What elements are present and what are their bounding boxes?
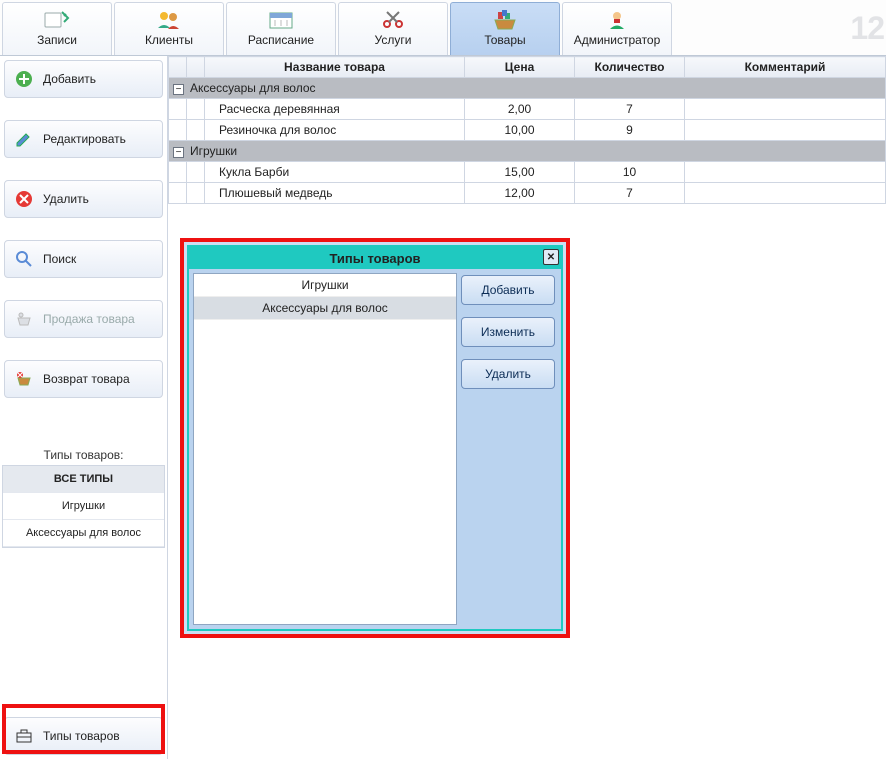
table-row[interactable]: Плюшевый медведь12,007 bbox=[169, 183, 886, 204]
group-label: Аксессуары для волос bbox=[190, 81, 316, 95]
cell-price: 10,00 bbox=[465, 120, 575, 141]
sidebar-edit-button[interactable]: Редактировать bbox=[4, 120, 163, 158]
cell-comment bbox=[685, 99, 886, 120]
col-marker bbox=[187, 57, 205, 78]
scissors-icon bbox=[379, 9, 407, 31]
col-expander bbox=[169, 57, 187, 78]
sidebar-delete-label: Удалить bbox=[43, 192, 89, 206]
sidebar-search-label: Поиск bbox=[43, 252, 76, 266]
cell-qty: 10 bbox=[575, 162, 685, 183]
toolbar-records-label: Записи bbox=[37, 33, 77, 47]
sidebar-return-label: Возврат товара bbox=[43, 372, 130, 386]
brand-number: 12 bbox=[674, 2, 884, 55]
cell-qty: 9 bbox=[575, 120, 685, 141]
col-qty[interactable]: Количество bbox=[575, 57, 685, 78]
collapse-icon[interactable]: − bbox=[173, 84, 184, 95]
sidebar-types-button-label: Типы товаров bbox=[43, 729, 120, 743]
sidebar-types-title: Типы товаров: bbox=[2, 448, 165, 462]
table-row[interactable]: Кукла Барби15,0010 bbox=[169, 162, 886, 183]
sidebar-type-item[interactable]: Игрушки bbox=[3, 493, 164, 520]
cell-price: 2,00 bbox=[465, 99, 575, 120]
toolbar-clients-label: Клиенты bbox=[145, 33, 193, 47]
toolbar-admin-label: Администратор bbox=[574, 33, 661, 47]
toolbar-services-label: Услуги bbox=[375, 33, 412, 47]
toolbar-records[interactable]: Записи bbox=[2, 2, 112, 55]
dialog-edit-button[interactable]: Изменить bbox=[461, 317, 555, 347]
cell-name: Кукла Барби bbox=[205, 162, 465, 183]
main-toolbar: Записи Клиенты Расписание Услуги Товары bbox=[0, 0, 886, 56]
sidebar-type-all[interactable]: ВСЕ ТИПЫ bbox=[3, 466, 164, 493]
sidebar-delete-button[interactable]: Удалить bbox=[4, 180, 163, 218]
dialog-type-list[interactable]: ИгрушкиАксессуары для волос bbox=[193, 273, 457, 625]
dialog-title-bar: Типы товаров ✕ bbox=[189, 247, 561, 269]
basket-icon bbox=[491, 9, 519, 31]
toolbar-schedule-label: Расписание bbox=[248, 33, 314, 47]
toolbar-admin[interactable]: Администратор bbox=[562, 2, 672, 55]
return-icon bbox=[15, 370, 33, 388]
goods-table: Название товара Цена Количество Коммента… bbox=[168, 56, 886, 204]
cell-comment bbox=[685, 183, 886, 204]
dialog-delete-button[interactable]: Удалить bbox=[461, 359, 555, 389]
cell-comment bbox=[685, 120, 886, 141]
dialog-list-item[interactable]: Аксессуары для волос bbox=[194, 297, 456, 320]
cell-name: Расческа деревянная bbox=[205, 99, 465, 120]
sidebar-edit-label: Редактировать bbox=[43, 132, 126, 146]
delete-icon bbox=[15, 190, 33, 208]
admin-icon bbox=[603, 9, 631, 31]
table-group-row[interactable]: −Аксессуары для волос bbox=[169, 78, 886, 99]
types-dialog: Типы товаров ✕ ИгрушкиАксессуары для вол… bbox=[180, 238, 570, 638]
collapse-icon[interactable]: − bbox=[173, 147, 184, 158]
close-icon: ✕ bbox=[547, 252, 555, 263]
sidebar-type-item[interactable]: Аксессуары для волос bbox=[3, 520, 164, 547]
dialog-title: Типы товаров bbox=[329, 251, 420, 266]
col-price[interactable]: Цена bbox=[465, 57, 575, 78]
sidebar-sell-button: Продажа товара bbox=[4, 300, 163, 338]
group-label: Игрушки bbox=[190, 144, 237, 158]
search-icon bbox=[15, 250, 33, 268]
records-icon bbox=[43, 9, 71, 31]
toolbar-services[interactable]: Услуги bbox=[338, 2, 448, 55]
clients-icon bbox=[155, 9, 183, 31]
dialog-close-button[interactable]: ✕ bbox=[543, 249, 559, 265]
cell-price: 12,00 bbox=[465, 183, 575, 204]
cell-name: Резиночка для волос bbox=[205, 120, 465, 141]
col-comment[interactable]: Комментарий bbox=[685, 57, 886, 78]
calendar-icon bbox=[267, 9, 295, 31]
sidebar-search-button[interactable]: Поиск bbox=[4, 240, 163, 278]
sidebar-add-button[interactable]: Добавить bbox=[4, 60, 163, 98]
dialog-add-button[interactable]: Добавить bbox=[461, 275, 555, 305]
sidebar-type-list: ВСЕ ТИПЫ Игрушки Аксессуары для волос bbox=[2, 465, 165, 548]
table-row[interactable]: Расческа деревянная2,007 bbox=[169, 99, 886, 120]
sidebar-types-button[interactable]: Типы товаров bbox=[4, 717, 163, 755]
briefcase-icon bbox=[15, 727, 33, 745]
dialog-list-item[interactable]: Игрушки bbox=[194, 274, 456, 297]
sell-icon bbox=[15, 310, 33, 328]
sidebar: Добавить Редактировать Удалить Поиск bbox=[0, 56, 168, 759]
cell-comment bbox=[685, 162, 886, 183]
toolbar-goods-label: Товары bbox=[484, 33, 525, 47]
toolbar-schedule[interactable]: Расписание bbox=[226, 2, 336, 55]
cell-name: Плюшевый медведь bbox=[205, 183, 465, 204]
cell-qty: 7 bbox=[575, 99, 685, 120]
cell-price: 15,00 bbox=[465, 162, 575, 183]
col-name[interactable]: Название товара bbox=[205, 57, 465, 78]
cell-qty: 7 bbox=[575, 183, 685, 204]
toolbar-clients[interactable]: Клиенты bbox=[114, 2, 224, 55]
sidebar-add-label: Добавить bbox=[43, 72, 96, 86]
table-group-row[interactable]: −Игрушки bbox=[169, 141, 886, 162]
add-icon bbox=[15, 70, 33, 88]
table-row[interactable]: Резиночка для волос10,009 bbox=[169, 120, 886, 141]
sidebar-return-button[interactable]: Возврат товара bbox=[4, 360, 163, 398]
toolbar-goods[interactable]: Товары bbox=[450, 2, 560, 55]
sidebar-sell-label: Продажа товара bbox=[43, 312, 135, 326]
edit-icon bbox=[15, 130, 33, 148]
